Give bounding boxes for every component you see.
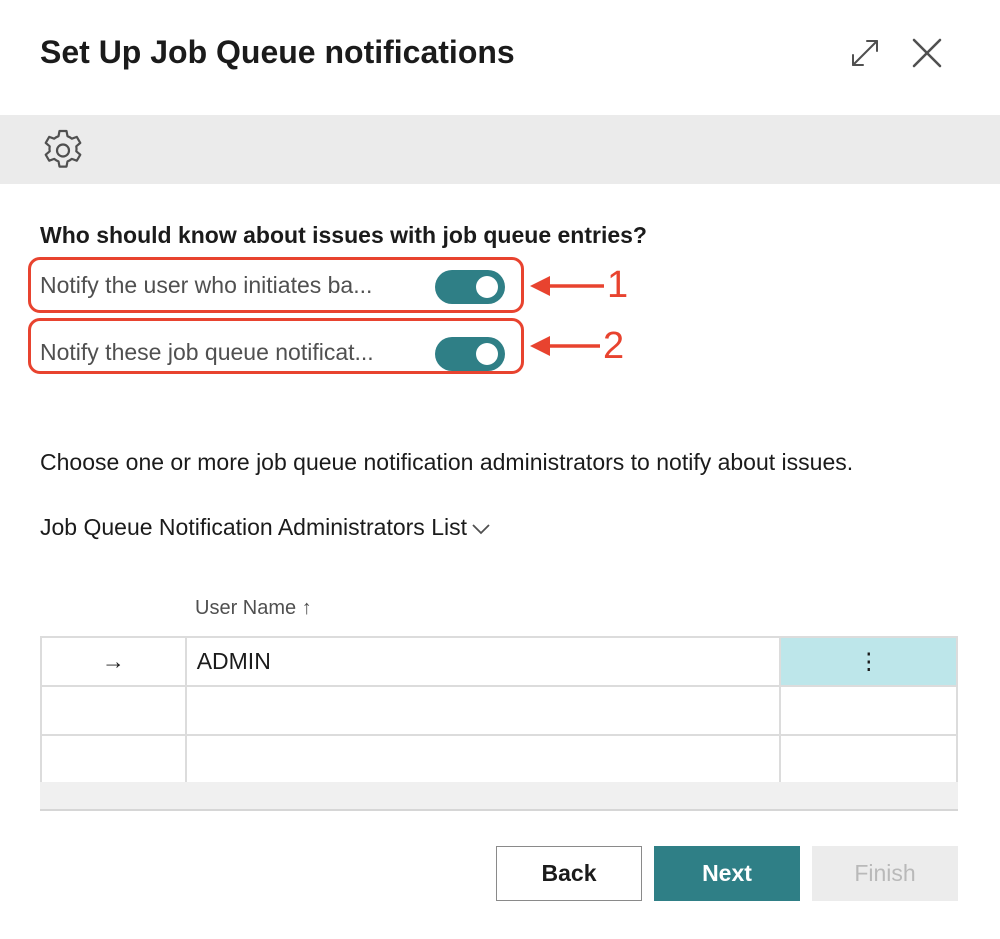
user-name-cell[interactable] [184,734,782,785]
table-row[interactable] [40,685,958,736]
instructions-text: Choose one or more job queue notificatio… [40,449,854,475]
user-name-cell[interactable]: ADMIN [184,636,782,687]
chevron-down-icon [472,523,490,534]
dialog-title: Set Up Job Queue notifications [40,34,515,70]
user-name-cell[interactable] [184,685,782,736]
row-actions-cell[interactable] [779,685,958,736]
back-button[interactable]: Back [496,846,642,901]
expand-icon[interactable] [848,36,882,70]
table-row[interactable] [40,734,958,785]
action-bar [0,115,1000,184]
finish-button[interactable]: Finish [812,846,958,901]
row-marker [40,685,187,736]
row-actions-more-icon[interactable]: ⋮ [779,636,958,687]
annotation-callout-2 [28,318,524,374]
sort-ascending-icon: ↑ [301,597,312,619]
column-header-user-name[interactable]: User Name ↑ [195,597,312,620]
row-marker-arrow-icon: → [40,636,187,687]
gear-icon[interactable] [39,127,87,175]
list-title-label: Job Queue Notification Administrators Li… [40,514,467,540]
row-marker [40,734,187,785]
annotation-number-1: 1 [607,264,629,306]
annotation-callout-1 [28,257,524,313]
row-actions-cell[interactable] [779,734,958,785]
column-header-label: User Name [195,597,297,619]
annotation-number-2: 2 [603,325,625,367]
list-title-dropdown[interactable]: Job Queue Notification Administrators Li… [40,514,491,541]
administrators-table: → ADMIN ⋮ [40,636,958,785]
close-icon[interactable] [910,36,944,70]
question-heading: Who should know about issues with job qu… [40,222,647,248]
table-row[interactable]: → ADMIN ⋮ [40,636,958,687]
table-footer [40,782,958,811]
next-button[interactable]: Next [654,846,800,901]
